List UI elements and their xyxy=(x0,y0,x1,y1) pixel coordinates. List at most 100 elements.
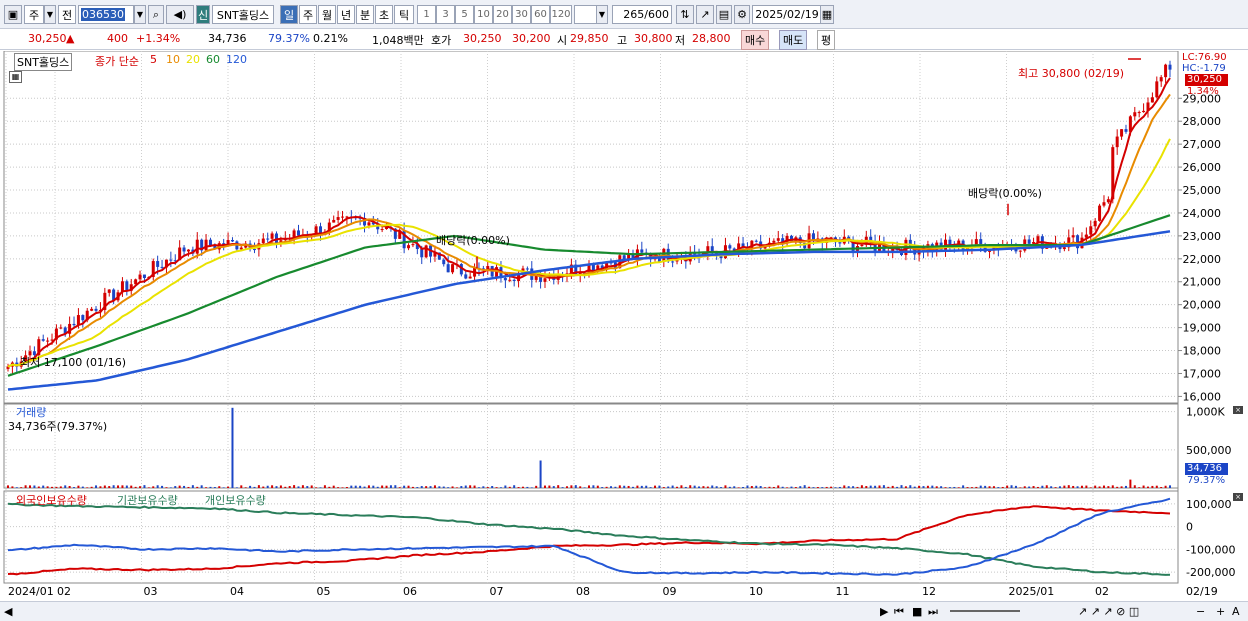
date-input[interactable]: 2025/02/19 xyxy=(752,5,822,24)
scroll-left-icon[interactable]: ◀ xyxy=(4,605,12,618)
ma120-line xyxy=(7,230,1171,391)
volume-bar xyxy=(808,486,811,488)
rewind-icon[interactable]: ⏮ xyxy=(894,605,904,619)
volume-bar xyxy=(191,485,194,488)
candle-body xyxy=(1124,129,1128,132)
window-icon[interactable]: ▣ xyxy=(4,5,22,24)
minute-20-button[interactable]: 20 xyxy=(493,5,512,24)
chevron-down-icon[interactable]: ▼ xyxy=(134,5,146,24)
volume-bar xyxy=(1116,486,1119,488)
volume-bar xyxy=(1089,487,1092,488)
search-icon[interactable]: ⌕ xyxy=(148,5,164,24)
volume-bar xyxy=(460,486,463,488)
foreign-holding-legend: 외국인보유수량 xyxy=(16,494,87,507)
volume-bar xyxy=(407,485,410,488)
gear-icon[interactable]: ⚙ xyxy=(734,5,750,24)
zoom-slider[interactable] xyxy=(950,610,1020,612)
stock-code-input[interactable]: 036530 xyxy=(78,5,134,24)
volume-bar xyxy=(196,486,199,488)
avg-button[interactable]: 평 xyxy=(817,30,836,50)
candle-body xyxy=(107,289,111,293)
volume-bar xyxy=(781,486,784,488)
minute-30-button[interactable]: 30 xyxy=(512,5,531,24)
minute-120-button[interactable]: 120 xyxy=(550,5,572,24)
volume-bar xyxy=(1041,485,1044,488)
price-chart-svg[interactable]: 16,000 17,000 18,000 19,000 20,000 21,000 22,0… xyxy=(0,51,1248,601)
tools-icon[interactable]: ↗ ↗ ↗ ⊘ ◫ xyxy=(1078,605,1139,618)
volume-bar xyxy=(931,485,934,488)
candle-body xyxy=(442,259,446,265)
volume-bar xyxy=(750,486,753,488)
volume-bar xyxy=(913,486,916,488)
calculator-icon[interactable]: ▦ xyxy=(9,71,22,83)
forward-icon[interactable]: ⏭ xyxy=(928,605,938,619)
candle-body xyxy=(468,276,472,279)
volume-bar xyxy=(601,487,604,488)
minute-10-button[interactable]: 10 xyxy=(474,5,493,24)
inst-holding-legend: 기관보유수량 xyxy=(117,494,178,507)
tool-icon[interactable]: ⇅ xyxy=(676,5,694,24)
minute-60-button[interactable]: 60 xyxy=(531,5,550,24)
volume-bar xyxy=(165,487,168,488)
buy-button[interactable]: 매수 xyxy=(741,30,770,50)
volume-bar xyxy=(442,486,445,488)
volume-bar xyxy=(7,485,9,488)
candle-body xyxy=(525,268,529,270)
volume-bar xyxy=(904,486,907,488)
volume-bar xyxy=(156,485,159,488)
period-year-button[interactable]: 년 xyxy=(337,5,355,24)
close-panel-icon[interactable]: × xyxy=(1233,493,1243,501)
volume-bar xyxy=(438,486,441,488)
volume-bar xyxy=(345,486,348,488)
stock-name: SNT홀딩스 xyxy=(212,5,274,24)
minute-3-button[interactable]: 3 xyxy=(436,5,455,24)
period-tick-button[interactable]: 틱 xyxy=(394,5,414,24)
volume-bar xyxy=(372,485,375,488)
volume-bar xyxy=(90,486,93,488)
period-month-button[interactable]: 월 xyxy=(318,5,336,24)
candle-body xyxy=(1150,97,1154,103)
count-input[interactable]: 265/600 xyxy=(612,5,672,24)
stop-icon[interactable]: ■ xyxy=(912,605,922,618)
draw-icon[interactable]: ↗ xyxy=(696,5,714,24)
stock-legend[interactable]: SNT홀딩스 xyxy=(14,53,73,71)
candle-body xyxy=(142,274,146,279)
volume-bar xyxy=(491,486,494,488)
x-tick-label: 05 xyxy=(317,585,331,598)
period-second-button[interactable]: 초 xyxy=(375,5,393,24)
volume-bar xyxy=(240,485,243,488)
market-select[interactable]: 주 xyxy=(24,5,44,24)
volume-bar xyxy=(865,486,868,488)
candle-body xyxy=(451,264,455,273)
volume-bar xyxy=(680,485,683,488)
volume-bar xyxy=(962,485,965,488)
volume-bar xyxy=(887,486,890,488)
zoom-out-icon[interactable]: − xyxy=(1196,605,1205,618)
prev-button[interactable]: 전 xyxy=(58,5,76,24)
volume-bar xyxy=(623,485,626,488)
save-icon[interactable]: ▤ xyxy=(716,5,732,24)
chevron-down-icon[interactable]: ▼ xyxy=(596,5,608,24)
period-week-button[interactable]: 주 xyxy=(299,5,317,24)
sell-button[interactable]: 매도 xyxy=(779,30,808,50)
speaker-icon[interactable]: ◀) xyxy=(166,5,194,24)
volume-bar xyxy=(944,487,947,488)
minute-5-button[interactable]: 5 xyxy=(455,5,474,24)
period-day-button[interactable]: 일 xyxy=(280,5,298,24)
scroll-right-icon[interactable]: ▶ xyxy=(880,605,888,618)
calendar-icon[interactable]: ▦ xyxy=(820,5,834,24)
minute-1-button[interactable]: 1 xyxy=(417,5,436,24)
candle-body xyxy=(380,229,384,231)
volume-bar xyxy=(1107,486,1110,488)
volume-bar xyxy=(900,485,903,488)
period-minute-button[interactable]: 분 xyxy=(356,5,374,24)
scroll-bar[interactable]: ◀ ▶ ⏮ ■ ⏭ ↗ ↗ ↗ ⊘ ◫ − + A xyxy=(0,601,1248,621)
up-arrow-icon: ▲ xyxy=(66,32,75,45)
volume-bar xyxy=(376,486,379,488)
font-size-icon[interactable]: A xyxy=(1232,605,1240,618)
close-panel-icon[interactable]: × xyxy=(1233,406,1243,414)
candle-body xyxy=(1120,129,1124,137)
zoom-in-icon[interactable]: + xyxy=(1216,605,1225,618)
hoga-label: 호가 xyxy=(431,34,452,47)
chevron-down-icon[interactable]: ▼ xyxy=(44,5,56,24)
